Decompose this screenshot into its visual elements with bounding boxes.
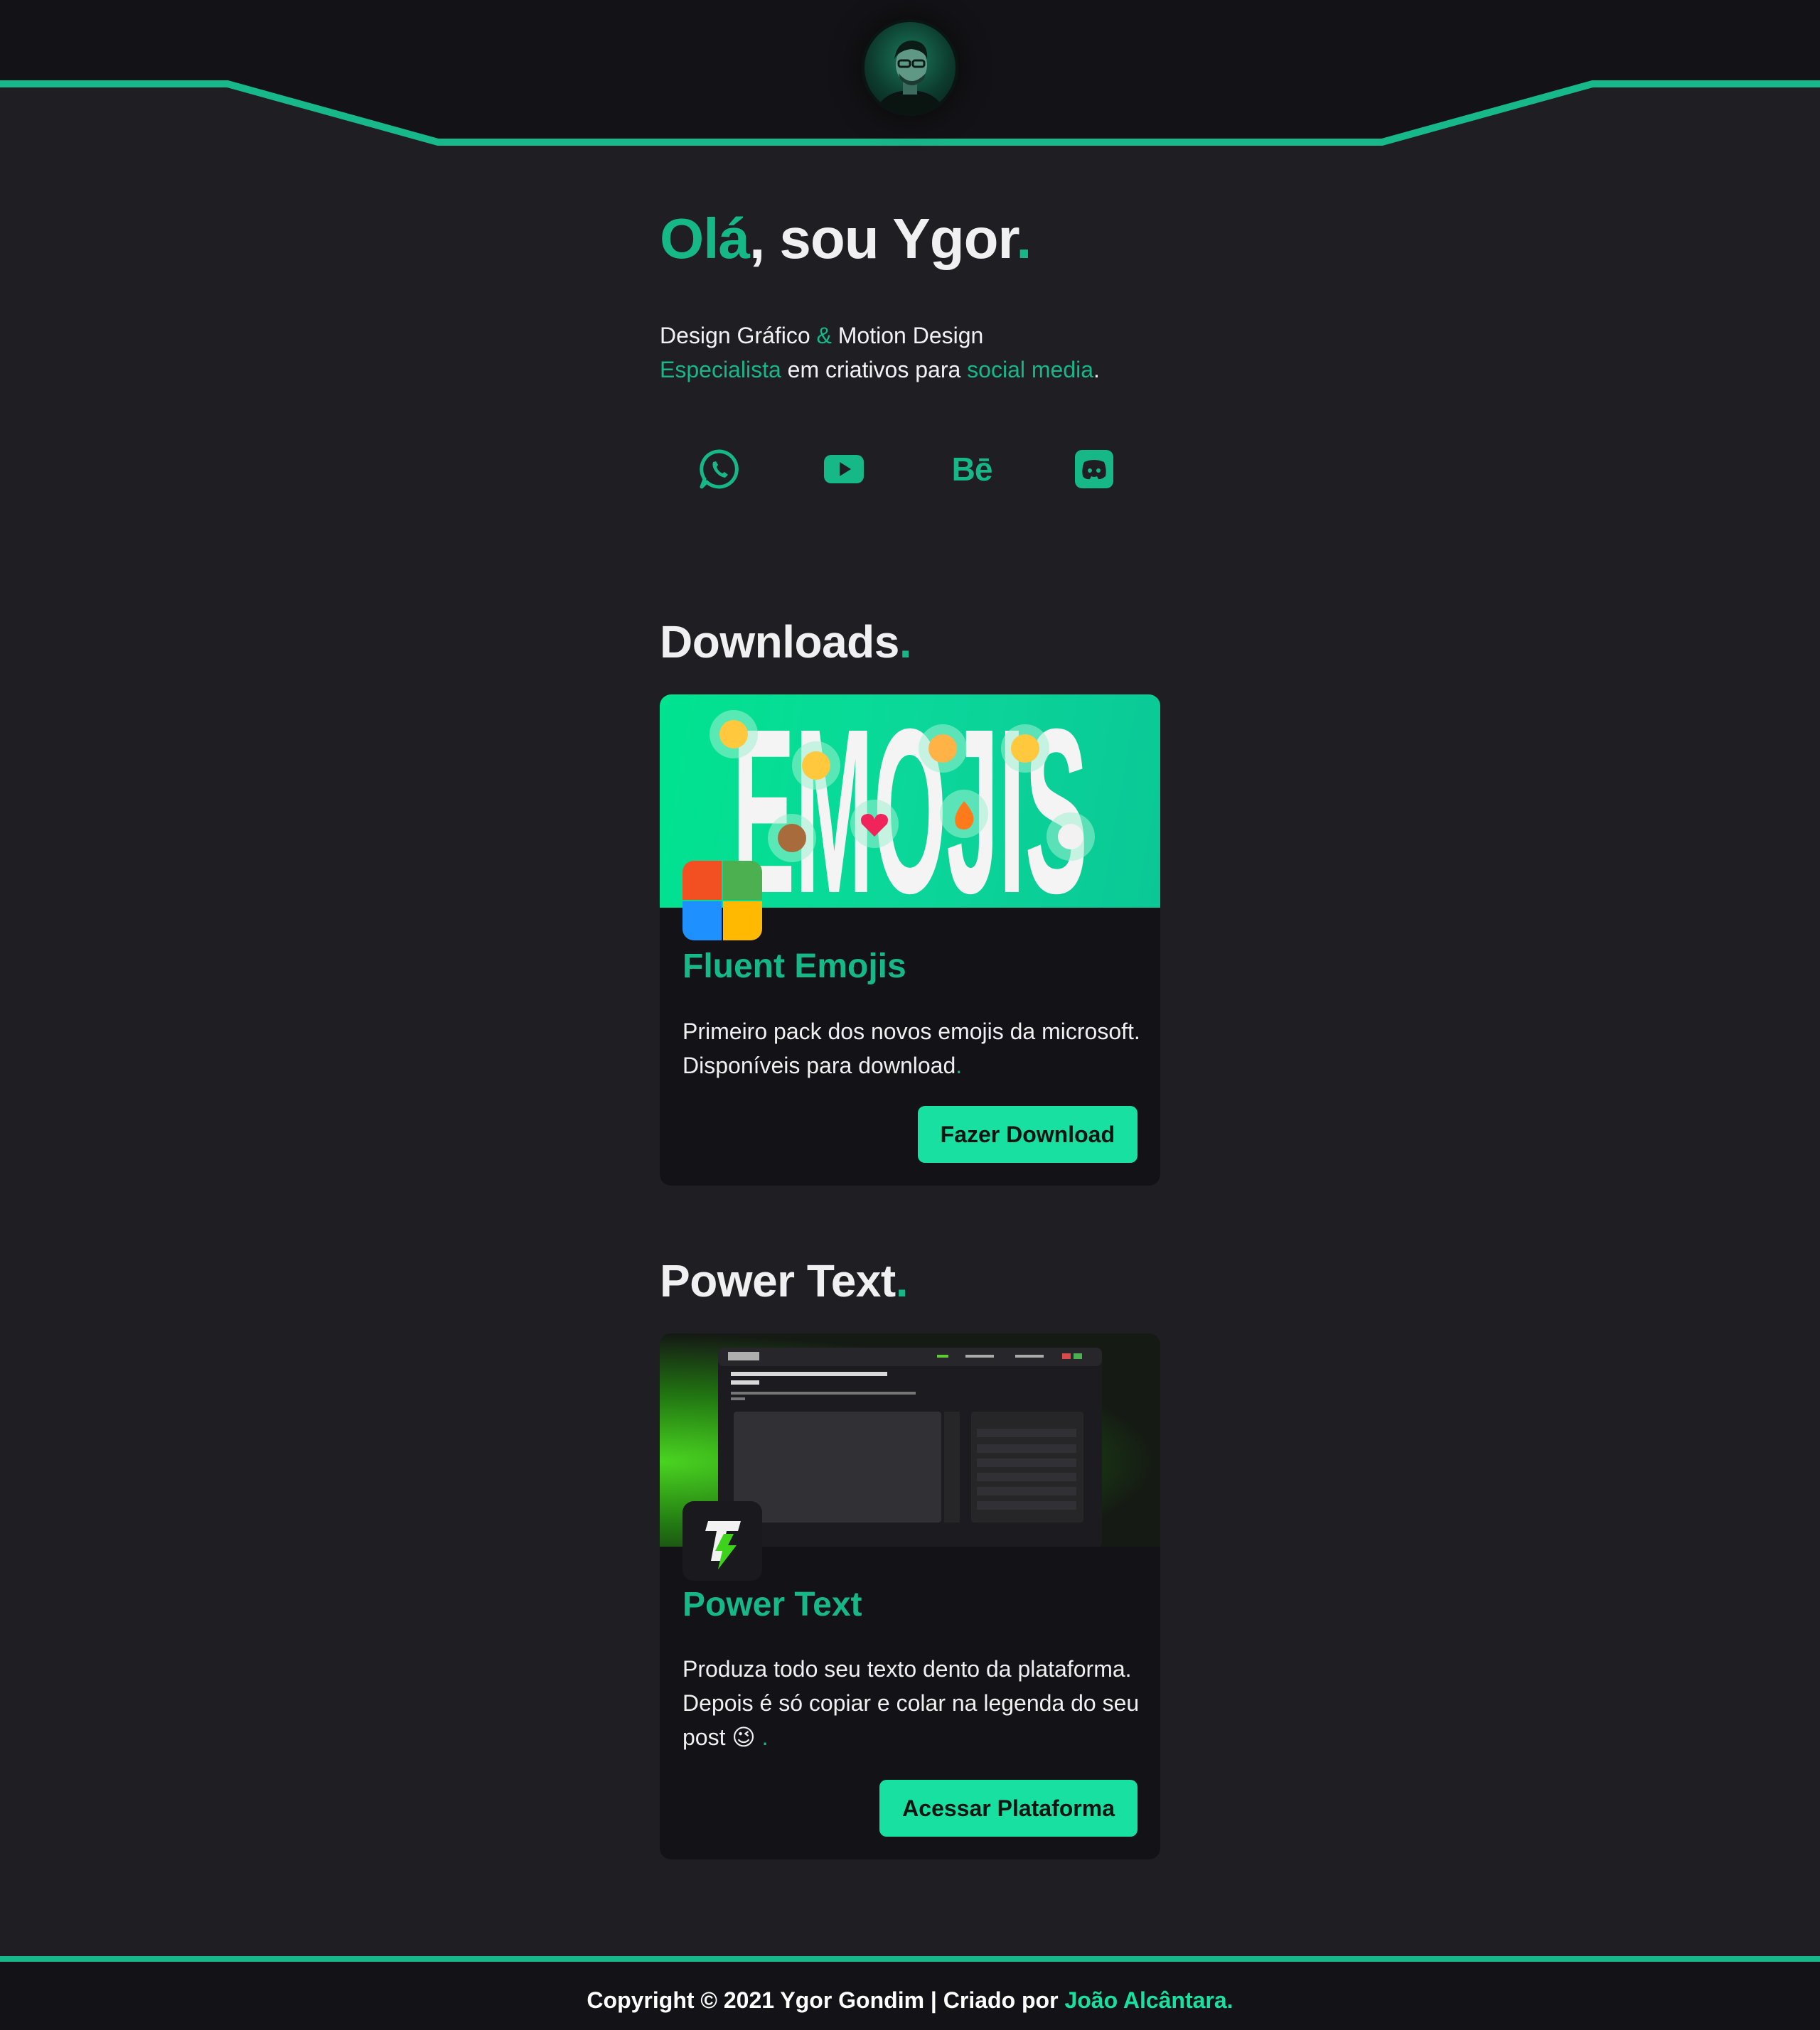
- avatar-portrait-icon: [877, 41, 943, 113]
- subtitle-line-1: Design Gráfico & Motion Design: [660, 318, 1160, 353]
- header: [0, 0, 1820, 149]
- behance-icon: Bē: [951, 451, 993, 488]
- whatsapp-link[interactable]: [698, 448, 741, 490]
- card-description: Produza todo seu texto dento da platafor…: [682, 1652, 1145, 1754]
- footer-copyright: Copyright © 2021 Ygor Gondim | Criado po…: [0, 1985, 1820, 2016]
- microsoft-icon: [682, 861, 762, 940]
- access-platform-button[interactable]: Acessar Plataforma: [879, 1780, 1138, 1837]
- footer-copyright-text: Copyright © 2021 Ygor Gondim | Criado po…: [587, 1987, 1065, 2013]
- fluent-emojis-card: EMOJIS Fluent Emojis Primeiro pack dos n…: [660, 694, 1160, 1186]
- youtube-link[interactable]: [823, 448, 865, 490]
- subtitle-especialista: Especialista: [660, 357, 781, 382]
- behance-link[interactable]: Bē: [947, 448, 997, 490]
- subtitle-line-2: Especialista em criativos para social me…: [660, 353, 1160, 387]
- hero-dot: .: [1016, 207, 1032, 270]
- subtitle-amp: &: [816, 323, 832, 348]
- footer-author-link[interactable]: João Alcântara.: [1064, 1987, 1233, 2013]
- subtitle-middle: em criativos para: [787, 357, 961, 382]
- card-title: Fluent Emojis: [682, 947, 906, 985]
- power-text-logo-icon: [682, 1501, 762, 1581]
- card-title: Power Text: [682, 1586, 862, 1623]
- card-description: Primeiro pack dos novos emojis da micros…: [682, 1014, 1145, 1083]
- powertext-title-dot: .: [895, 1255, 909, 1306]
- power-text-card: Power Text Produza todo seu texto dento …: [660, 1333, 1160, 1859]
- avatar[interactable]: [864, 22, 956, 113]
- download-button[interactable]: Fazer Download: [917, 1106, 1138, 1163]
- downloads-title-text: Downloads: [660, 616, 899, 667]
- discord-icon: [1075, 450, 1113, 488]
- subtitle-design: Design Gráfico: [660, 323, 810, 348]
- subtitle-social-media: social media: [967, 357, 1094, 382]
- hero-greeting: Olá: [660, 207, 750, 270]
- discord-link[interactable]: [1073, 448, 1115, 490]
- subtitle-dot: .: [1093, 357, 1100, 382]
- subtitle-motion: Motion Design: [837, 323, 984, 348]
- powertext-title-text: Power Text: [660, 1255, 896, 1306]
- card-description-dot: .: [755, 1724, 769, 1750]
- powertext-title: Power Text.: [660, 1252, 1160, 1309]
- page: Olá, sou Ygor. Design Gráfico & Motion D…: [0, 0, 1820, 2030]
- card-description-text: Primeiro pack dos novos emojis da micros…: [682, 1019, 1140, 1078]
- youtube-icon: [824, 455, 864, 483]
- downloads-title: Downloads.: [660, 613, 1160, 670]
- hero-name: , sou Ygor: [749, 207, 1017, 270]
- card-description-text: Produza todo seu texto dento da platafor…: [682, 1656, 1140, 1750]
- downloads-title-dot: .: [899, 616, 912, 667]
- hero-subtitle: Design Gráfico & Motion Design Especiali…: [660, 318, 1160, 387]
- social-links: Bē: [698, 448, 1125, 490]
- whatsapp-icon: [700, 449, 739, 489]
- hero-title: Olá, sou Ygor.: [660, 205, 1160, 273]
- card-description-dot: .: [956, 1053, 963, 1078]
